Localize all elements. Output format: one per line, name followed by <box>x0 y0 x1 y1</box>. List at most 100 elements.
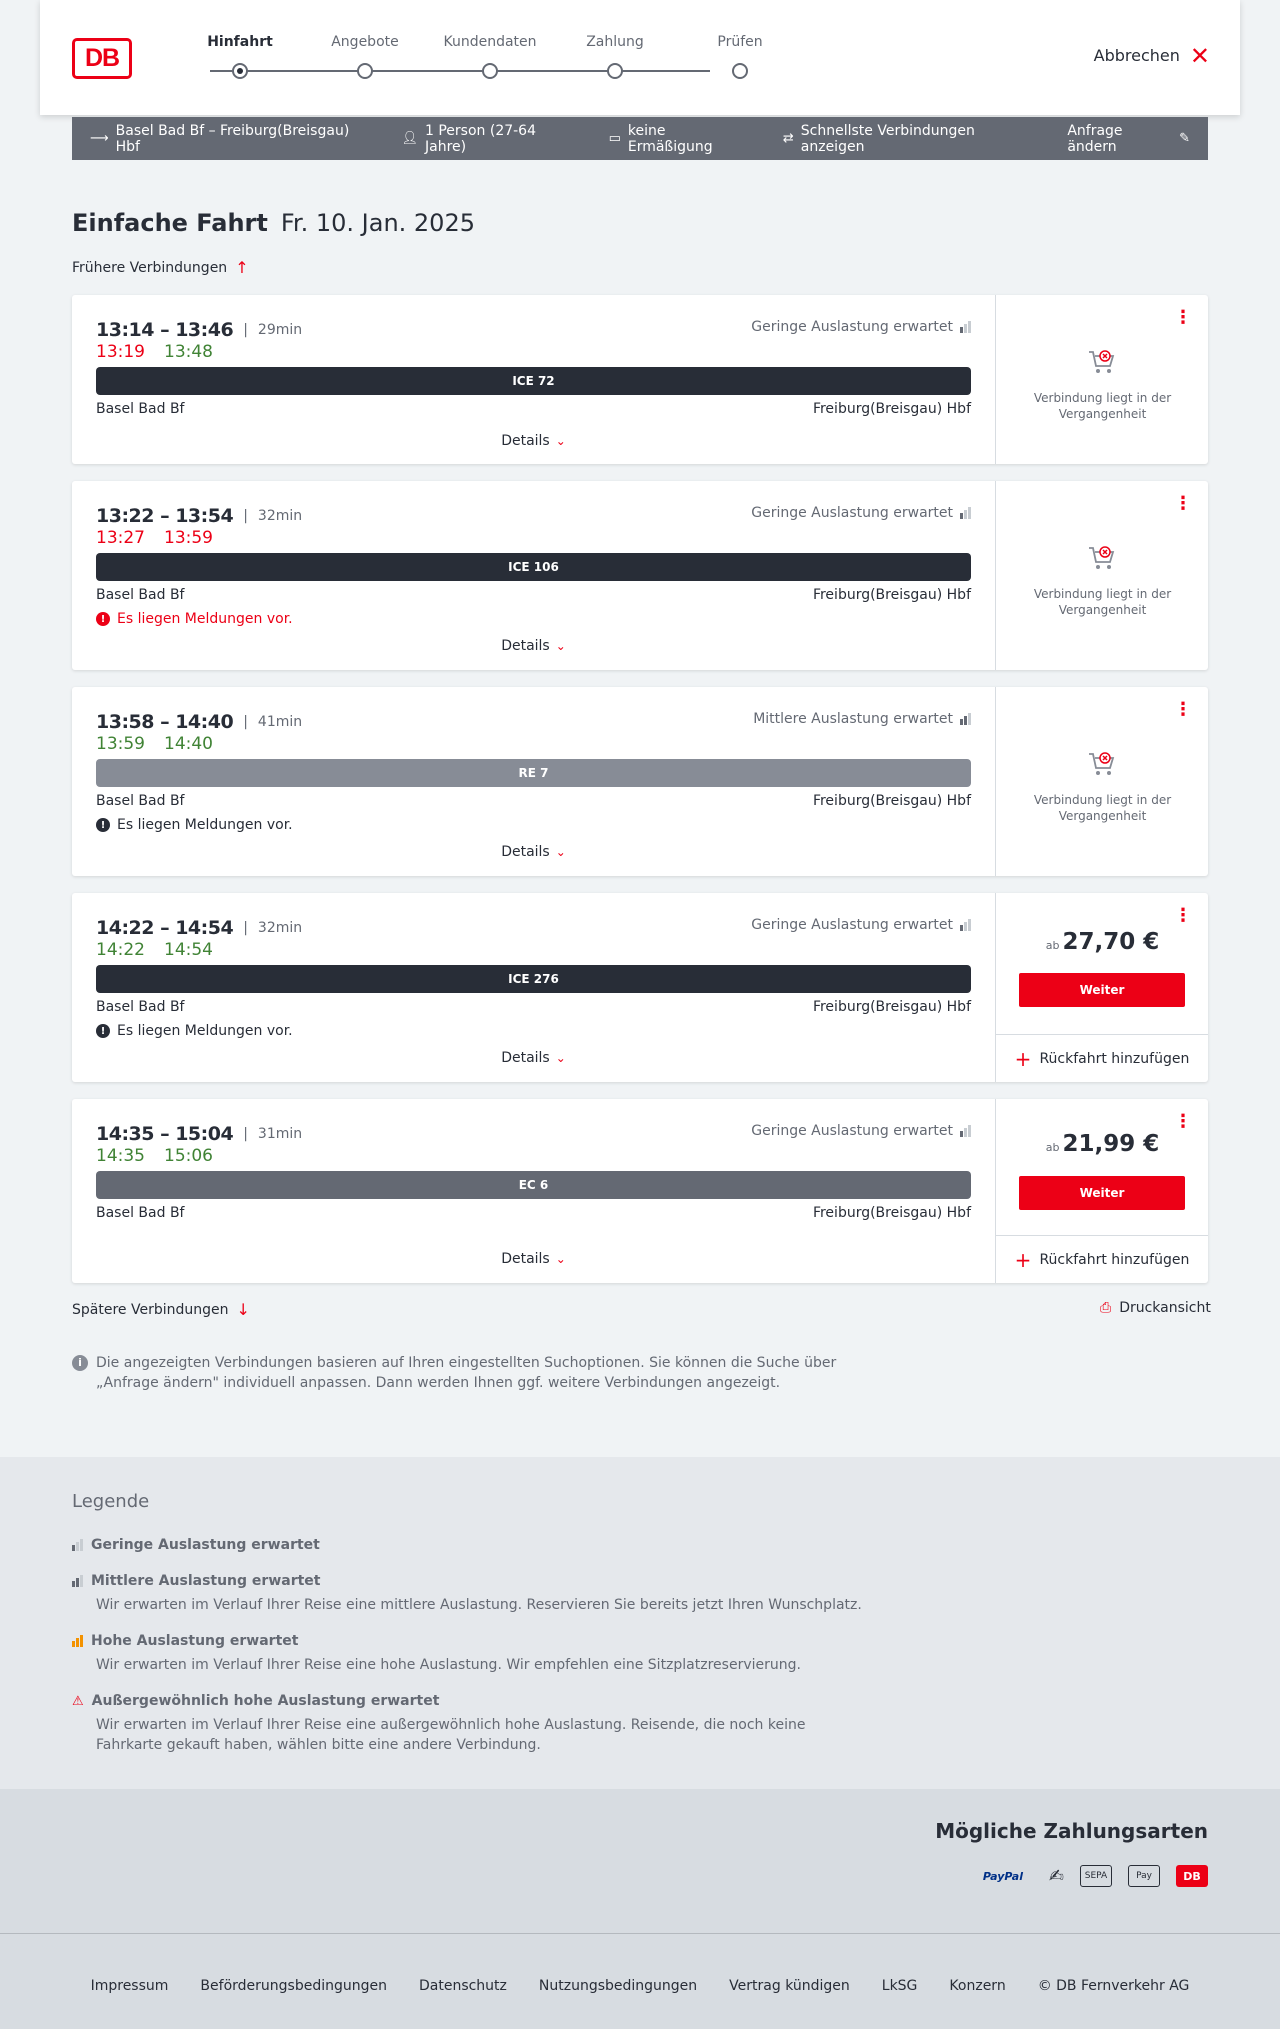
legend-item-desc: Wir erwarten im Verlauf Ihrer Reise eine… <box>96 1597 862 1613</box>
payment-methods-section: Mögliche Zahlungsarten PayPal ✍︎ SEPA Pa… <box>0 1789 1280 1933</box>
edit-search-button[interactable]: Anfrage ändern ✎ <box>1067 123 1190 155</box>
step-dot <box>482 63 498 79</box>
details-toggle[interactable]: Details ⌄ <box>72 1050 995 1066</box>
to-station: Freiburg(Breisgau) Hbf <box>812 793 971 809</box>
step-dot <box>732 63 748 79</box>
details-label: Details <box>501 638 550 654</box>
duration: 32min <box>257 508 303 524</box>
more-options-icon[interactable]: ⋮ <box>1174 907 1192 925</box>
route-label: Basel Bad Bf – Freiburg(Breisgau) Hbf <box>115 122 350 155</box>
occupancy-low-icon <box>72 1539 83 1551</box>
more-options-icon[interactable]: ⋮ <box>1174 701 1192 719</box>
details-label: Details <box>501 1050 550 1066</box>
duration: 41min <box>257 714 303 730</box>
details-toggle[interactable]: Details ⌄ <box>72 844 995 860</box>
footer-link-lksg[interactable]: LkSG <box>882 1978 918 1994</box>
stepper-line <box>210 70 710 72</box>
later-connections-link[interactable]: Spätere Verbindungen ↓ <box>72 1300 250 1319</box>
more-options-icon[interactable]: ⋮ <box>1174 1113 1192 1131</box>
route-summary: ⟶ Basel Bad Bf – Freiburg(Breisgau) Hbf <box>90 123 368 155</box>
separator: | <box>243 1126 248 1142</box>
pencil-icon: ✎ <box>1179 131 1191 146</box>
footer-link-konzern[interactable]: Konzern <box>949 1978 1005 1994</box>
footer-link-befoerderungsbedingungen[interactable]: Beförderungsbedingungen <box>200 1978 387 1994</box>
db-logo[interactable]: DB <box>72 38 132 79</box>
occupancy-label: Geringe Auslastung erwartet <box>751 505 953 521</box>
details-label: Details <box>501 433 550 449</box>
price-prefix: ab <box>1045 939 1060 952</box>
chevron-down-icon: ⌄ <box>555 434 566 448</box>
legend-section: Legende Geringe Auslastung erwartet Mitt… <box>0 1457 1280 1789</box>
footer-copyright: © DB Fernverkehr AG <box>1037 1978 1190 1994</box>
occupancy-low-icon <box>960 321 971 333</box>
disruption-message[interactable]: ! Es liegen Meldungen vor. <box>96 817 293 833</box>
occupancy-label: Mittlere Auslastung erwartet <box>753 711 953 727</box>
card-icon: ▭ <box>608 131 621 146</box>
continue-button[interactable]: Weiter <box>1019 973 1185 1007</box>
occupancy-low-icon <box>960 1125 971 1137</box>
past-connection-note: Verbindung liegt in der Vergangenheit <box>1033 587 1172 617</box>
occupancy-info: Mittlere Auslastung erwartet <box>753 711 971 727</box>
print-label: Druckansicht <box>1119 1300 1211 1316</box>
legend-item-title: Außergewöhnlich hohe Auslastung erwartet <box>91 1693 440 1709</box>
disruption-message[interactable]: ! Es liegen Meldungen vor. <box>96 611 293 627</box>
continue-button[interactable]: Weiter <box>1019 1176 1185 1210</box>
train-bar[interactable]: EC 6 <box>96 1171 971 1199</box>
step-pruefen: Prüfen <box>680 34 800 79</box>
train-bar[interactable]: ICE 72 <box>96 367 971 395</box>
footer-link-vertrag-kuendigen[interactable]: Vertrag kündigen <box>729 1978 850 1994</box>
booking-stepper: Hinfahrt Angebote Kundendaten Zahlung Pr… <box>180 34 800 84</box>
add-return-trip-button[interactable]: + Rückfahrt hinzufügen <box>996 1034 1208 1082</box>
alert-icon: ! <box>96 818 110 832</box>
step-label: Angebote <box>331 34 399 50</box>
add-return-trip-button[interactable]: + Rückfahrt hinzufügen <box>996 1235 1208 1283</box>
filter-icon: ⇄ <box>782 131 794 146</box>
occupancy-label: Geringe Auslastung erwartet <box>751 319 953 335</box>
cart-unavailable-icon <box>1089 546 1115 569</box>
realtime-arrival: 14:54 <box>164 940 213 960</box>
realtime-arrival: 13:59 <box>164 528 213 548</box>
realtime-departure: 13:59 <box>96 734 145 754</box>
print-view-link[interactable]: ⎙ Druckansicht <box>1100 1300 1211 1316</box>
later-label: Spätere Verbindungen <box>72 1301 229 1318</box>
earlier-connections-link[interactable]: Frühere Verbindungen ↑ <box>72 258 249 277</box>
footer-link-nutzungsbedingungen[interactable]: Nutzungsbedingungen <box>539 1978 697 1994</box>
info-note: i Die angezeigten Verbindungen basieren … <box>72 1353 862 1393</box>
legend-item-title: Hohe Auslastung erwartet <box>91 1633 299 1649</box>
footer-link-impressum[interactable]: Impressum <box>91 1978 169 1994</box>
details-toggle[interactable]: Details ⌄ <box>72 638 995 654</box>
page-title: Einfache Fahrt Fr. 10. Jan. 2025 <box>72 209 475 237</box>
return-trip-label: Rückfahrt hinzufügen <box>1039 1050 1190 1067</box>
info-icon: i <box>72 1355 88 1371</box>
message-label: Es liegen Meldungen vor. <box>117 1023 293 1039</box>
persons-summary: 👤︎ 1 Person (27-64 Jahre) <box>401 123 575 155</box>
connection-card: 13:22 – 13:54 | 32min 13:27 13:59 Gering… <box>72 481 1208 670</box>
from-station: Basel Bad Bf <box>96 401 185 417</box>
cancel-button[interactable]: Abbrechen ✕ <box>1094 44 1210 68</box>
occupancy-very-high-icon: ⚠︎ <box>72 1693 84 1709</box>
step-hinfahrt[interactable]: Hinfahrt <box>180 34 300 79</box>
details-toggle[interactable]: Details ⌄ <box>72 433 995 449</box>
occupancy-label: Geringe Auslastung erwartet <box>751 917 953 933</box>
step-zahlung: Zahlung <box>555 34 675 79</box>
details-toggle[interactable]: Details ⌄ <box>72 1251 995 1267</box>
separator: | <box>243 508 248 524</box>
train-bar[interactable]: RE 7 <box>96 759 971 787</box>
footer-link-datenschutz[interactable]: Datenschutz <box>419 1978 507 1994</box>
top-header: DB Hinfahrt Angebote Kundendaten Zahlung… <box>40 0 1240 115</box>
occupancy-low-icon <box>960 919 971 931</box>
more-options-icon[interactable]: ⋮ <box>1174 309 1192 327</box>
legend-item-title: Geringe Auslastung erwartet <box>91 1537 320 1553</box>
train-bar[interactable]: ICE 106 <box>96 553 971 581</box>
train-bar[interactable]: ICE 276 <box>96 965 971 993</box>
realtime-arrival: 15:06 <box>164 1146 213 1166</box>
disruption-message[interactable]: ! Es liegen Meldungen vor. <box>96 1023 293 1039</box>
more-options-icon[interactable]: ⋮ <box>1174 495 1192 513</box>
route-arrow-icon: ⟶ <box>90 131 109 146</box>
price-value: 27,70 € <box>1062 929 1160 955</box>
legend-title: Legende <box>72 1491 150 1512</box>
sepa-icon: SEPA <box>1080 1865 1112 1887</box>
step-kundendaten: Kundendaten <box>430 34 550 79</box>
message-label: Es liegen Meldungen vor. <box>117 817 293 833</box>
from-station: Basel Bad Bf <box>96 587 185 603</box>
